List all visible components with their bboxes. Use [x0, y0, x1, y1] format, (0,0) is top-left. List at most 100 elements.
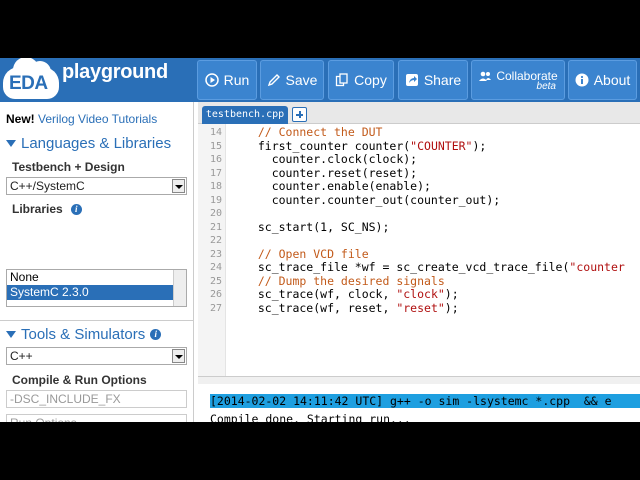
console-compile-status: Compile done. Starting run... — [210, 412, 411, 422]
code-text: // Dump the desired signals — [244, 273, 445, 288]
save-label: Save — [285, 72, 318, 88]
tools-title: Tools & Simulators — [21, 326, 146, 343]
line-number: 19 — [209, 194, 222, 206]
code-text: // Connect the DUT — [244, 125, 383, 139]
line-number: 27 — [209, 302, 222, 314]
users-icon — [478, 69, 492, 83]
code-line[interactable]: 15 first_counter counter("COUNTER"); — [198, 138, 640, 154]
code-text: // Open VCD file — [244, 246, 369, 261]
code-text: counter.clock(clock); — [244, 152, 418, 166]
code-text: counter.reset(reset); — [244, 165, 418, 180]
code-text: sc_trace(wf, reset, "reset"); — [244, 300, 459, 315]
code-text: sc_trace(wf, clock, "clock"); — [244, 287, 459, 301]
run-label: Run — [223, 72, 250, 88]
code-text: sc_start(1, SC_NS); — [244, 219, 390, 234]
line-number: 26 — [209, 289, 222, 300]
code-line[interactable]: 19 counter.counter_out(counter_out); — [198, 192, 640, 208]
section-divider — [0, 320, 193, 321]
testbench-label: Testbench + Design — [12, 160, 125, 174]
copy-icon — [335, 73, 349, 87]
pencil-icon — [267, 73, 281, 87]
console-command-line: [2014-02-02 14:11:42 UTC] g++ -o sim -ls… — [210, 394, 640, 408]
line-number: 25 — [209, 275, 222, 287]
share-button[interactable]: Share — [398, 60, 468, 100]
copy-button[interactable]: Copy — [328, 60, 394, 100]
compile-options-input[interactable]: -DSC_INCLUDE_FX — [6, 390, 187, 408]
compile-options-label: Compile & Run Options — [12, 373, 147, 387]
share-label: Share — [423, 72, 462, 88]
code-line[interactable]: 25 // Dump the desired signals — [198, 273, 640, 289]
logo-eda-text: EDA — [9, 73, 48, 94]
chevron-down-icon — [172, 179, 185, 193]
line-number: 24 — [209, 262, 222, 273]
video-tutorials-link[interactable]: Verilog Video Tutorials — [38, 112, 157, 126]
add-file-icon[interactable] — [292, 107, 307, 122]
testbench-select[interactable]: C++/SystemC — [6, 177, 187, 195]
sidebar: New! Verilog Video Tutorials Languages &… — [0, 102, 194, 422]
tool-select[interactable]: C++ — [6, 347, 187, 365]
line-number: 22 — [209, 235, 222, 246]
code-line[interactable]: 20 — [198, 207, 640, 221]
code-line[interactable]: 21 sc_start(1, SC_NS); — [198, 219, 640, 235]
file-tab-bar: testbench.cpp — [198, 102, 640, 124]
code-line[interactable]: 14 // Connect the DUT — [198, 125, 640, 140]
library-option-none[interactable]: None — [7, 270, 186, 285]
tool-value: C++ — [10, 349, 33, 363]
line-number: 18 — [209, 181, 222, 192]
code-editor[interactable]: testbench.cpp 14 // Connect the DUT 15 fi… — [198, 102, 640, 376]
info-icon — [575, 73, 589, 87]
new-badge: New! — [6, 112, 35, 126]
code-line[interactable]: 22 — [198, 234, 640, 248]
tab-testbench[interactable]: testbench.cpp — [202, 106, 288, 124]
run-options-input[interactable]: Run Options — [6, 414, 187, 422]
info-icon[interactable]: i — [150, 329, 162, 340]
code-text: sc_trace_file *wf = sc_create_vcd_trace_… — [244, 260, 625, 274]
tools-section-header[interactable]: Tools & Simulators i — [6, 326, 162, 343]
eda-logo[interactable]: EDA — [3, 58, 61, 99]
collaborate-button[interactable]: Collaborate beta — [471, 60, 565, 100]
libraries-listbox[interactable]: None SystemC 2.3.0 — [6, 269, 187, 307]
share-icon — [405, 73, 419, 87]
collapse-triangle-icon — [6, 331, 16, 338]
chevron-down-icon — [172, 349, 185, 363]
top-toolbar: EDA playground Run Save Copy Share Colla… — [0, 58, 640, 102]
code-line[interactable]: 17 counter.reset(reset); — [198, 165, 640, 181]
code-text: counter.enable(enable); — [244, 179, 431, 193]
code-line[interactable]: 23 // Open VCD file — [198, 246, 640, 262]
code-text: counter.counter_out(counter_out); — [244, 192, 501, 207]
libraries-label-row: Libraries i — [12, 202, 82, 216]
line-number: 21 — [209, 221, 222, 233]
code-line[interactable]: 18 counter.enable(enable); — [198, 179, 640, 194]
code-line[interactable]: 24 sc_trace_file *wf = sc_create_vcd_tra… — [198, 260, 640, 275]
about-label: About — [593, 72, 631, 88]
line-number: 17 — [209, 167, 222, 179]
code-line[interactable]: 27 sc_trace(wf, reset, "reset"); — [198, 300, 640, 316]
line-number: 14 — [209, 127, 222, 138]
code-text: first_counter counter("COUNTER"); — [244, 138, 487, 153]
code-line[interactable]: 16 counter.clock(clock); — [198, 152, 640, 167]
output-console[interactable]: [2014-02-02 14:11:42 UTC] g++ -o sim -ls… — [198, 376, 640, 422]
play-icon — [204, 73, 219, 87]
line-number: 23 — [209, 248, 222, 260]
copy-label: Copy — [354, 72, 387, 88]
news-line: New! Verilog Video Tutorials — [6, 112, 157, 126]
run-button[interactable]: Run — [197, 60, 257, 100]
console-divider — [198, 376, 640, 384]
listbox-scrollbar[interactable] — [173, 270, 186, 306]
library-option-systemc[interactable]: SystemC 2.3.0 — [7, 285, 174, 300]
line-number: 20 — [209, 208, 222, 219]
line-number: 15 — [209, 140, 222, 152]
save-button[interactable]: Save — [260, 60, 324, 100]
logo-playground-text: playground — [62, 61, 168, 83]
testbench-value: C++/SystemC — [10, 179, 85, 193]
line-number: 16 — [209, 154, 222, 165]
languages-title: Languages & Libraries — [21, 135, 172, 152]
info-icon[interactable]: i — [70, 203, 82, 215]
code-line[interactable]: 26 sc_trace(wf, clock, "clock"); — [198, 287, 640, 302]
libraries-label: Libraries — [12, 202, 63, 216]
languages-section-header[interactable]: Languages & Libraries — [6, 135, 171, 152]
app-window: EDA playground Run Save Copy Share Colla… — [0, 58, 640, 422]
collapse-triangle-icon — [6, 140, 16, 147]
about-button[interactable]: About — [568, 60, 637, 100]
beta-badge: beta — [536, 80, 556, 92]
